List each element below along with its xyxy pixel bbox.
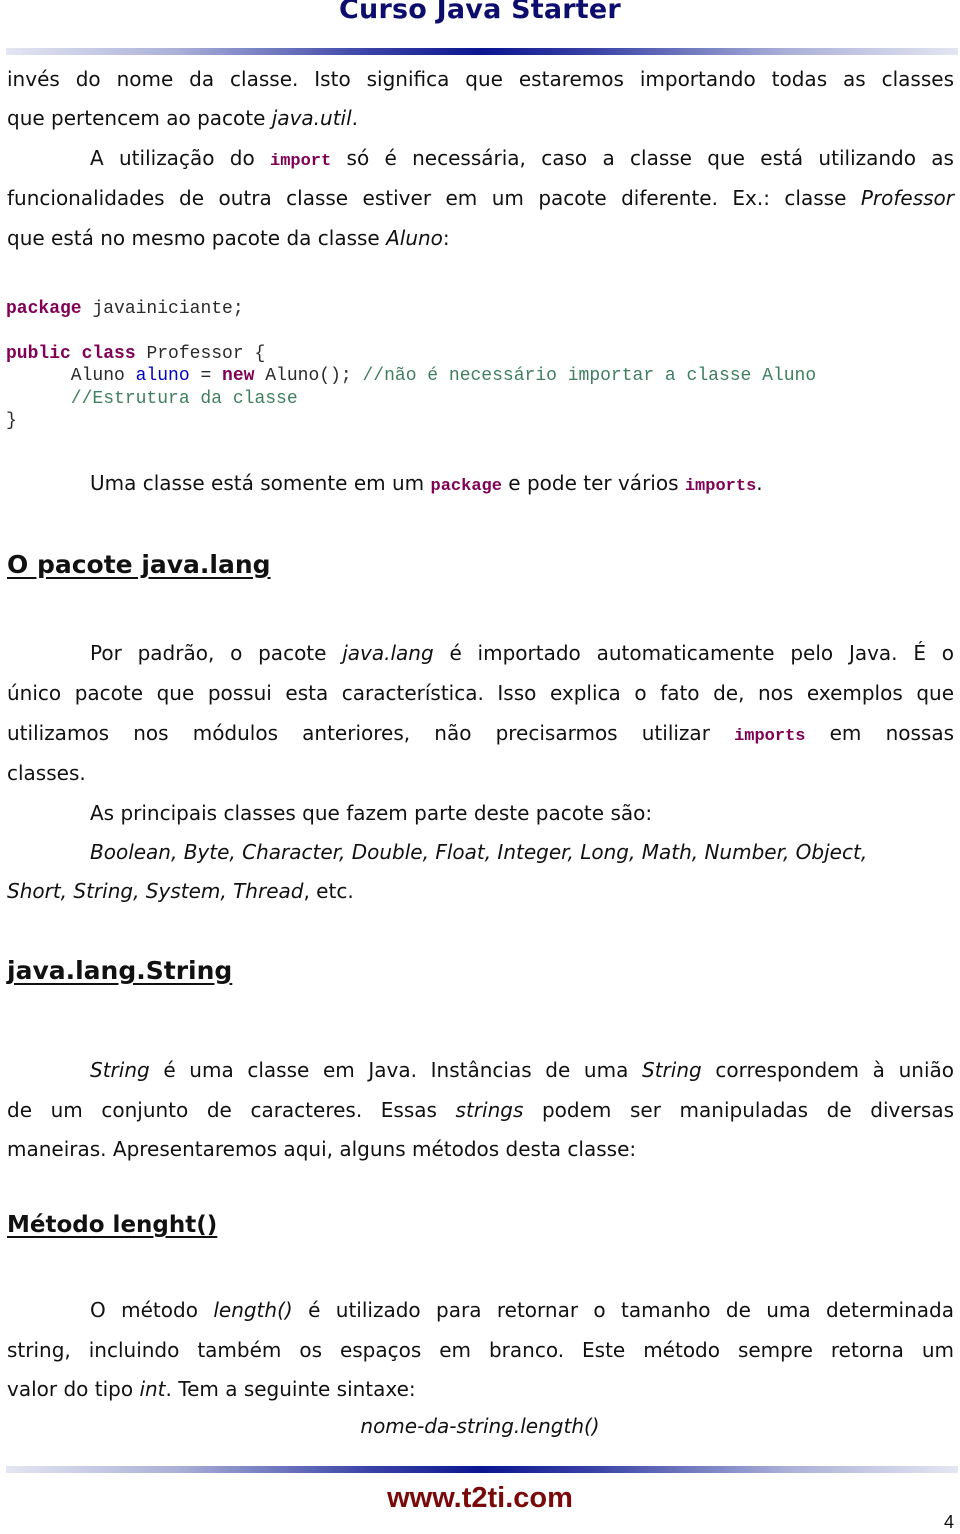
code-variable: aluno <box>135 366 190 386</box>
inline-keyword: import <box>270 152 332 171</box>
text: Por padrão, o pacote <box>90 641 343 665</box>
text: Uma classe está somente em um <box>90 471 431 495</box>
text: O método <box>90 1298 214 1322</box>
java-lang-classes-list-1: Boolean, Byte, Character, Double, Float,… <box>90 840 868 864</box>
text: . Tem a seguinte sintaxe: <box>165 1377 416 1401</box>
java-lang-line-1: Por padrão, o pacote java.lang é importa… <box>90 640 954 666</box>
code-keyword: new <box>222 366 255 386</box>
java-lang-line-3: utilizamos nos módulos anteriores, não p… <box>7 720 954 750</box>
code-line-5: } <box>6 411 17 431</box>
text: , etc. <box>303 879 354 903</box>
class-list: Short, String, System, Thread <box>7 879 304 903</box>
java-lang-classes-list-2: Short, String, System, Thread, etc. <box>7 878 954 904</box>
footer-divider <box>6 1466 958 1473</box>
string-line-2: de um conjunto de caracteres. Essas stri… <box>7 1097 954 1123</box>
code-keyword: class <box>81 344 136 364</box>
page-number: 4 <box>943 1512 954 1532</box>
length-syntax: nome-da-string.length() <box>360 1414 600 1438</box>
package-note: Uma classe está somente em um package e … <box>90 470 954 500</box>
text: de um conjunto de caracteres. Essas <box>7 1098 456 1122</box>
code-text: Aluno(); <box>254 366 363 386</box>
text: funcionalidades de outra classe estiver … <box>7 186 861 210</box>
header-divider <box>6 48 958 55</box>
text: em nossas <box>805 721 954 745</box>
text: correspondem à união <box>701 1058 954 1082</box>
class-name: Aluno <box>386 226 443 250</box>
package-name: java.util <box>271 106 352 130</box>
text: só é necessária, caso a classe que está … <box>331 146 954 170</box>
class-name: Professor <box>860 186 954 210</box>
text: podem ser manipuladas de diversas <box>523 1098 954 1122</box>
intro-line-2: que pertencem ao pacote java.util. <box>7 105 954 131</box>
java-lang-line-4: classes. <box>7 761 86 785</box>
text: utilizamos nos módulos anteriores, não p… <box>7 721 735 745</box>
type-name: int <box>139 1377 166 1401</box>
string-line-3: maneiras. Apresentaremos aqui, alguns mé… <box>7 1137 637 1161</box>
intro-line-3: A utilização do import só é necessária, … <box>90 145 954 175</box>
heading-java-lang: O pacote java.lang <box>7 550 271 579</box>
code-keyword: public <box>6 344 71 364</box>
code-text: = <box>189 366 223 386</box>
length-line-1: O método length() é utilizado para retor… <box>90 1297 954 1323</box>
text: A utilização do <box>90 146 270 170</box>
class-name: String <box>90 1058 150 1082</box>
intro-line-5: que está no mesmo pacote da classe Aluno… <box>7 225 954 251</box>
text: que está no mesmo pacote da classe <box>7 226 387 250</box>
length-line-3: valor do tipo int. Tem a seguinte sintax… <box>7 1376 954 1402</box>
package-name: java.lang <box>342 641 434 665</box>
document-header-title: Curso Java Starter <box>339 0 621 25</box>
code-line-1: package javainiciante; <box>6 298 244 320</box>
intro-line-4: funcionalidades de outra classe estiver … <box>7 185 954 211</box>
code-text: Aluno <box>6 366 136 386</box>
method-name: length() <box>213 1298 293 1322</box>
java-lang-classes-intro: As principais classes que fazem parte de… <box>90 801 653 825</box>
text: é utilizado para retornar o tamanho de u… <box>292 1298 954 1322</box>
string-line-1: String é uma classe em Java. Instâncias … <box>90 1057 954 1083</box>
length-line-2: string, incluindo também os espaços em b… <box>7 1338 954 1362</box>
code-keyword: package <box>6 299 82 319</box>
heading-java-lang-string: java.lang.String <box>7 956 233 985</box>
code-text: javainiciante; <box>81 299 244 319</box>
code-line-4: //Estrutura da classe <box>6 389 298 409</box>
text: . <box>756 471 763 495</box>
intro-line-1: invés do nome da classe. Isto significa … <box>7 67 954 91</box>
inline-keyword: package <box>430 477 502 496</box>
text: é uma classe em Java. Instâncias de uma <box>149 1058 642 1082</box>
text: : <box>442 226 450 250</box>
text: valor do tipo <box>7 1377 140 1401</box>
text: é importado automaticamente pelo Java. É… <box>433 641 954 665</box>
text: que pertencem ao pacote <box>7 106 272 130</box>
heading-length-method: Método lenght() <box>7 1212 218 1238</box>
code-line-2: public class Professor { <box>6 343 265 365</box>
class-name: String <box>642 1058 702 1082</box>
text: e pode ter vários <box>501 471 685 495</box>
inline-keyword: imports <box>734 727 806 746</box>
code-text: Professor { <box>135 344 266 364</box>
java-lang-line-2: único pacote que possui esta característ… <box>7 681 954 705</box>
code-line-3: Aluno aluno = new Aluno(); //não é neces… <box>6 365 816 387</box>
code-comment: //não é necessário importar a classe Alu… <box>362 366 817 386</box>
footer-url[interactable]: www.t2ti.com <box>0 1482 960 1515</box>
text: . <box>351 106 359 130</box>
inline-keyword: imports <box>684 477 757 496</box>
term: strings <box>455 1098 524 1122</box>
